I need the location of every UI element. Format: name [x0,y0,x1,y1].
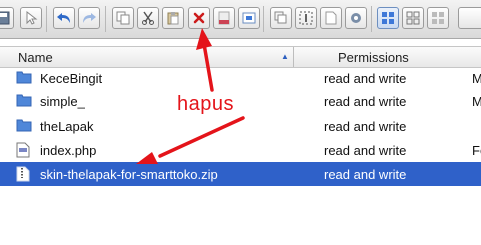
select-icon [299,11,313,25]
sort-arrow-icon: ▲ [281,52,289,61]
file-permissions: read and write [324,143,407,158]
preview-icon [242,12,256,24]
toolbar [0,0,481,39]
delete-button[interactable] [188,7,210,29]
pointer-button[interactable] [20,7,42,29]
folder-icon [16,70,32,87]
php-file-icon [16,142,30,161]
view-grid-button[interactable] [377,7,399,29]
table-row[interactable]: simple_ read and write Ma [0,89,481,113]
disabled-icon [218,11,230,25]
toolbar-separator [46,6,47,32]
delete-icon [193,12,205,24]
folder-icon [16,118,32,135]
settings-icon [351,13,361,23]
table-header: Name ▲ Permissions [0,46,481,68]
file-permissions: read and write [324,94,407,109]
disabled-button[interactable] [213,7,235,29]
new-file-button[interactable] [320,7,342,29]
save-icon [0,11,10,25]
preview-button[interactable] [238,7,260,29]
toolbar-separator [105,6,106,32]
undo-button[interactable] [53,7,75,29]
redo-icon [83,13,96,23]
redo-button[interactable] [78,7,100,29]
toolbar-separator [263,6,264,32]
view-grid-icon [382,12,394,24]
pointer-icon [26,11,38,25]
file-name: theLapak [40,119,94,134]
view-thumbnails-icon [406,11,420,25]
column-resize-handle[interactable] [293,47,294,67]
new-file-icon [325,11,337,25]
file-name: skin-thelapak-for-smarttoko.zip [40,167,218,182]
table-row[interactable]: index.php read and write Fe [0,138,481,162]
overflow-button[interactable] [458,7,481,29]
cut-button[interactable] [137,7,159,29]
table-row[interactable]: theLapak read and write [0,114,481,138]
copy-icon [116,11,130,25]
duplicate-button[interactable] [270,7,292,29]
view-large-icon [432,12,444,24]
paste-icon [167,12,179,25]
view-large-button[interactable] [427,7,449,29]
name-column-header[interactable]: Name [18,50,53,65]
annotation-label: hapus [177,93,234,115]
view-thumbnails-button[interactable] [402,7,424,29]
save-button[interactable] [0,7,14,29]
file-extra: Fe [472,143,481,158]
toolbar-separator [371,6,372,32]
file-extra: Ma [472,94,481,109]
file-permissions: read and write [324,167,407,182]
file-name: simple_ [40,94,85,109]
cut-icon [142,11,154,25]
file-permissions: read and write [324,119,407,134]
duplicate-icon [274,11,287,24]
undo-icon [57,13,70,23]
select-button[interactable] [295,7,317,29]
file-name: index.php [40,143,97,158]
paste-button[interactable] [162,7,184,29]
file-name: KeceBingit [40,71,103,86]
settings-button[interactable] [345,7,367,29]
table-row[interactable]: KeceBingit read and write Ma [0,66,481,90]
copy-button[interactable] [112,7,134,29]
folder-icon [16,93,32,110]
permissions-column-header[interactable]: Permissions [338,50,409,65]
file-permissions: read and write [324,71,407,86]
file-extra: Ma [472,71,481,86]
zip-file-icon [16,166,30,185]
table-row-selected[interactable]: skin-thelapak-for-smarttoko.zip read and… [0,162,481,186]
